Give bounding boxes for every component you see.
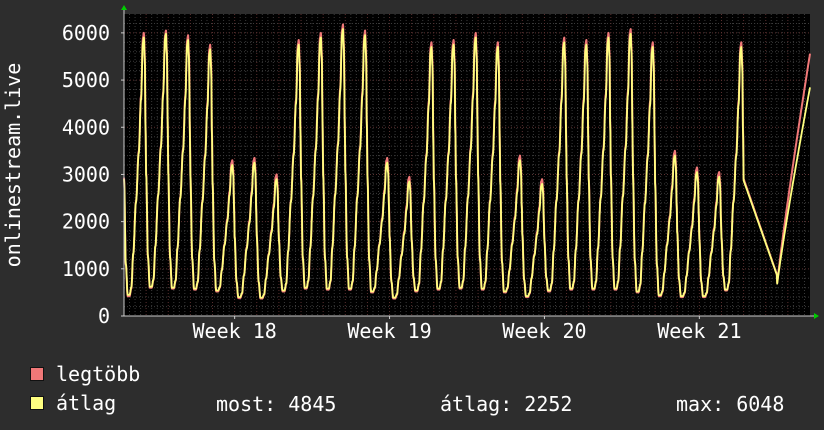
stat-current: most: 4845 [216, 392, 337, 416]
x-axis-arrow [814, 313, 819, 319]
legend-label-atlag: átlag [56, 391, 117, 415]
y-tick-label: 6000 [62, 21, 110, 45]
x-tick-label: Week 19 [347, 319, 431, 343]
x-tick-label: Week 20 [502, 319, 586, 343]
legend-item-legtobb: legtöbb [30, 362, 141, 386]
y-tick-label: 1000 [62, 257, 110, 281]
y-tick-label: 4000 [62, 115, 110, 139]
x-tick-label: Week 18 [192, 319, 276, 343]
legend-item-atlag: átlag [30, 391, 117, 415]
y-tick-label: 0 [98, 304, 110, 328]
y-axis-arrow [121, 5, 127, 10]
stat-average: átlag: 2252 [440, 392, 573, 416]
legend-swatch-legtobb [30, 367, 44, 381]
legend-label-legtobb: legtöbb [56, 362, 141, 386]
legend-swatch-atlag [30, 396, 44, 410]
y-tick-label: 5000 [62, 68, 110, 92]
y-tick-label: 2000 [62, 210, 110, 234]
y-axis-label: onlinestream.live [1, 63, 25, 268]
x-tick-label: Week 21 [657, 319, 741, 343]
y-tick-label: 3000 [62, 162, 110, 186]
stat-max: max: 6048 [676, 392, 785, 416]
